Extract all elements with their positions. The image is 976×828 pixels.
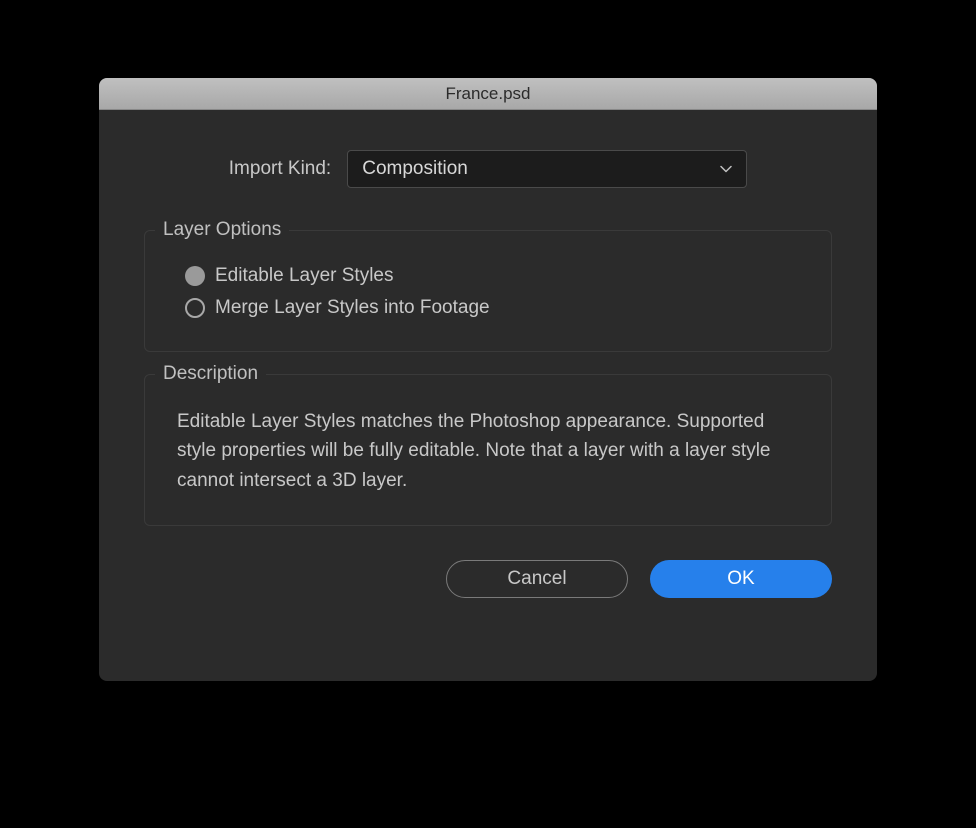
dialog-title: France.psd (445, 84, 530, 104)
import-kind-dropdown[interactable]: Composition (347, 150, 747, 188)
radio-icon (185, 266, 205, 286)
ok-button[interactable]: OK (650, 560, 832, 598)
radio-label: Merge Layer Styles into Footage (215, 297, 490, 319)
import-kind-label: Import Kind: (229, 158, 331, 180)
button-row: Cancel OK (144, 560, 832, 598)
description-fieldset: Description Editable Layer Styles matche… (144, 374, 832, 526)
layer-options-legend: Layer Options (155, 219, 289, 241)
import-kind-value: Composition (362, 158, 468, 180)
radio-editable-layer-styles[interactable]: Editable Layer Styles (185, 265, 803, 287)
dialog-body: Import Kind: Composition Layer Options E… (99, 110, 877, 628)
import-dialog: France.psd Import Kind: Composition Laye… (99, 78, 877, 681)
import-kind-row: Import Kind: Composition (144, 150, 832, 188)
description-text: Editable Layer Styles matches the Photos… (173, 403, 803, 503)
radio-label: Editable Layer Styles (215, 265, 394, 287)
radio-icon (185, 298, 205, 318)
layer-options-radio-group: Editable Layer Styles Merge Layer Styles… (173, 259, 803, 319)
cancel-button[interactable]: Cancel (446, 560, 628, 598)
chevron-down-icon (720, 165, 732, 173)
radio-merge-layer-styles[interactable]: Merge Layer Styles into Footage (185, 297, 803, 319)
description-legend: Description (155, 363, 266, 385)
title-bar: France.psd (99, 78, 877, 110)
layer-options-fieldset: Layer Options Editable Layer Styles Merg… (144, 230, 832, 352)
